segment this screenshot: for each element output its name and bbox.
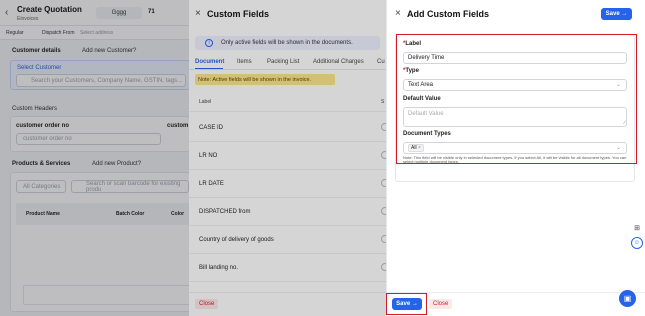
apps-grid-icon[interactable]: ⊞ (631, 222, 643, 234)
close-icon[interactable]: × (395, 8, 401, 19)
chat-button-icon[interactable]: ▣ (619, 290, 636, 307)
panel-overlay[interactable] (189, 0, 386, 316)
save-button[interactable]: Save → (601, 8, 632, 20)
support-icon[interactable]: ☺ (631, 237, 643, 249)
save-button-label: Save → (605, 11, 628, 17)
form-highlight (396, 34, 637, 164)
save-highlight (386, 293, 427, 315)
add-panel-title: Add Custom Fields (407, 9, 490, 19)
footer-close-button[interactable]: Close (429, 299, 453, 309)
